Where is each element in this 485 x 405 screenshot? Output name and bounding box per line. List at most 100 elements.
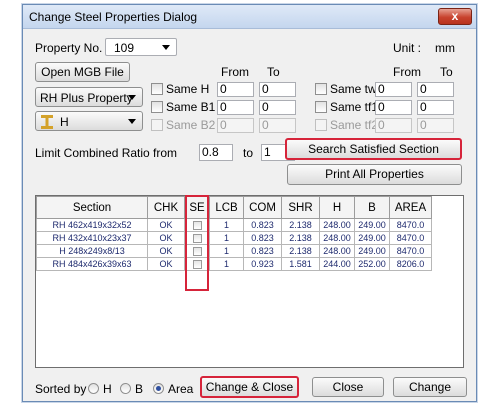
cell-com: 0.823	[243, 231, 282, 245]
header-com[interactable]: COM	[243, 196, 282, 219]
cell-se	[184, 231, 210, 245]
same-h-to-input[interactable]: 0	[259, 82, 296, 97]
print-all-properties-label: Print All Properties	[325, 167, 424, 181]
header-h[interactable]: H	[319, 196, 355, 219]
cell-chk: OK	[147, 257, 185, 271]
print-all-properties-button[interactable]: Print All Properties	[287, 164, 462, 185]
cell-com: 0.823	[243, 218, 282, 232]
change-steel-properties-dialog: Change Steel Properties Dialog x Propert…	[22, 4, 477, 402]
header-se[interactable]: SE	[184, 196, 210, 219]
cell-h: 248.00	[319, 244, 355, 258]
cell-h: 248.00	[319, 231, 355, 245]
from-header-left: From	[221, 65, 249, 79]
same-b2-from-input[interactable]: 0	[217, 118, 254, 133]
results-table[interactable]: Section CHK SE LCB COM SHR H B AREA RH 4…	[35, 195, 464, 368]
select-section-checkbox[interactable]	[192, 234, 202, 244]
cell-com: 0.923	[243, 257, 282, 271]
change-and-close-button[interactable]: Change & Close	[200, 376, 299, 398]
cell-shr: 2.138	[281, 218, 320, 232]
same-tf1-to-input[interactable]: 0	[417, 100, 454, 115]
same-b2-label: Same B2	[166, 118, 216, 132]
header-shr[interactable]: SHR	[281, 196, 320, 219]
same-tf2-from-input[interactable]: 0	[375, 118, 412, 133]
sort-b-radio[interactable]	[120, 383, 131, 394]
cell-shr: 2.138	[281, 244, 320, 258]
header-chk[interactable]: CHK	[147, 196, 185, 219]
close-label: Close	[332, 380, 364, 394]
same-tf1-label: Same tf1	[330, 100, 379, 114]
sections-table: Section CHK SE LCB COM SHR H B AREA RH 4…	[36, 196, 432, 271]
chevron-down-icon	[128, 95, 136, 100]
open-mgb-file-button[interactable]: Open MGB File	[35, 62, 130, 82]
limit-ratio-from-input[interactable]: 0.8	[199, 144, 233, 161]
property-type-value: RH Plus Property	[40, 91, 133, 105]
same-tw-label: Same tw	[330, 82, 377, 96]
change-label: Change	[408, 380, 452, 394]
search-satisfied-section-button[interactable]: Search Satisfied Section	[285, 138, 462, 160]
limit-ratio-to-label: to	[243, 146, 254, 160]
table-row[interactable]: H 248x249x8/13 OK 1 0.823 2.138 248.00 2…	[36, 244, 432, 258]
same-tw-from-input[interactable]: 0	[375, 82, 412, 97]
cell-shr: 1.581	[281, 257, 320, 271]
sorted-by-label: Sorted by	[35, 382, 87, 396]
same-h-from-input[interactable]: 0	[217, 82, 254, 97]
change-and-close-label: Change & Close	[205, 380, 294, 394]
same-b1-to-input[interactable]: 0	[259, 100, 296, 115]
same-b2-checkbox[interactable]	[151, 119, 163, 131]
table-row[interactable]: RH 462x419x32x52 OK 1 0.823 2.138 248.00…	[36, 218, 432, 232]
same-b1-from-input[interactable]: 0	[217, 100, 254, 115]
property-no-select[interactable]: 109	[105, 38, 177, 56]
same-tf2-to-input[interactable]: 0	[417, 118, 454, 133]
same-h-checkbox[interactable]	[151, 83, 163, 95]
cell-se	[184, 218, 210, 232]
to-header-right: To	[440, 65, 453, 79]
sort-area-radio[interactable]	[153, 383, 164, 394]
from-header-right: From	[393, 65, 421, 79]
cell-area: 8470.0	[389, 231, 432, 245]
header-section[interactable]: Section	[36, 196, 148, 219]
same-tf1-checkbox[interactable]	[315, 101, 327, 113]
select-section-checkbox[interactable]	[192, 247, 202, 257]
close-button[interactable]: Close	[312, 377, 384, 397]
chevron-down-icon	[162, 45, 170, 50]
chevron-down-icon	[128, 119, 136, 124]
same-tw-checkbox[interactable]	[315, 83, 327, 95]
same-tf2-label: Same tf2	[330, 118, 379, 132]
sort-h-radio[interactable]	[88, 383, 99, 394]
header-b[interactable]: B	[354, 196, 390, 219]
change-button[interactable]: Change	[393, 377, 467, 397]
cell-section: H 248x249x8/13	[36, 244, 148, 258]
cell-lcb: 1	[209, 257, 244, 271]
dialog-title: Change Steel Properties Dialog	[29, 10, 198, 24]
cell-b: 249.00	[354, 231, 390, 245]
same-tf2-checkbox[interactable]	[315, 119, 327, 131]
cell-chk: OK	[147, 231, 185, 245]
title-bar[interactable]: Change Steel Properties Dialog x	[23, 5, 476, 29]
limit-ratio-label: Limit Combined Ratio from	[35, 146, 178, 160]
cell-h: 244.00	[319, 257, 355, 271]
header-lcb[interactable]: LCB	[209, 196, 244, 219]
select-section-checkbox[interactable]	[192, 260, 202, 270]
same-tf1-from-input[interactable]: 0	[375, 100, 412, 115]
table-row[interactable]: RH 484x426x39x63 OK 1 0.923 1.581 244.00…	[36, 257, 432, 271]
cell-shr: 2.138	[281, 231, 320, 245]
same-h-label: Same H	[166, 82, 210, 96]
cell-section: RH 432x410x23x37	[36, 231, 148, 245]
close-window-button[interactable]: x	[438, 8, 472, 25]
cell-b: 249.00	[354, 244, 390, 258]
same-tw-to-input[interactable]: 0	[417, 82, 454, 97]
cell-b: 249.00	[354, 218, 390, 232]
same-b1-checkbox[interactable]	[151, 101, 163, 113]
shape-value: H	[60, 115, 69, 129]
shape-select[interactable]: H	[35, 111, 143, 131]
cell-h: 248.00	[319, 218, 355, 232]
same-b2-to-input[interactable]: 0	[259, 118, 296, 133]
sort-area-label: Area	[168, 382, 194, 396]
select-section-checkbox[interactable]	[192, 221, 202, 231]
header-area[interactable]: AREA	[389, 196, 432, 219]
property-type-select[interactable]: RH Plus Property	[35, 87, 143, 107]
cell-lcb: 1	[209, 231, 244, 245]
cell-lcb: 1	[209, 218, 244, 232]
table-row[interactable]: RH 432x410x23x37 OK 1 0.823 2.138 248.00…	[36, 231, 432, 245]
cell-chk: OK	[147, 218, 185, 232]
